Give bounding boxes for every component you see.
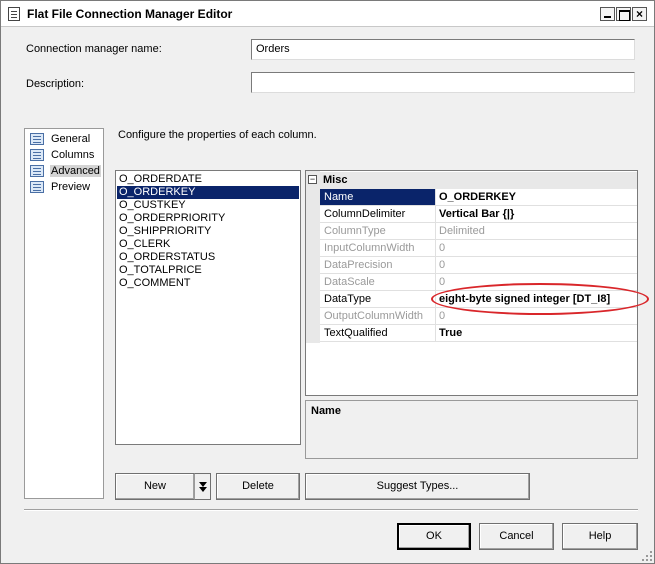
description-label: Description: bbox=[26, 78, 85, 90]
preview-page-icon bbox=[30, 181, 44, 193]
close-icon: × bbox=[635, 7, 643, 21]
window-title: Flat File Connection Manager Editor bbox=[27, 7, 233, 21]
list-item[interactable]: O_ORDERSTATUS bbox=[117, 251, 299, 264]
list-item[interactable]: O_ORDERPRIORITY bbox=[117, 212, 299, 225]
nav-item-columns[interactable]: Columns bbox=[28, 148, 102, 163]
property-row-column-delimiter[interactable]: ColumnDelimiter Vertical Bar {|} bbox=[320, 206, 637, 223]
connection-name-input[interactable]: Orders bbox=[251, 39, 635, 60]
property-description-title: Name bbox=[311, 405, 341, 417]
connection-name-label: Connection manager name: bbox=[26, 43, 162, 55]
dialog-window: Flat File Connection Manager Editor × Co… bbox=[0, 0, 655, 564]
maximize-button[interactable] bbox=[616, 7, 631, 21]
list-item[interactable]: O_COMMENT bbox=[117, 277, 299, 290]
property-row-input-column-width: InputColumnWidth 0 bbox=[320, 240, 637, 257]
advanced-instructions: Configure the properties of each column. bbox=[118, 129, 317, 141]
general-page-icon bbox=[30, 133, 44, 145]
close-button[interactable]: × bbox=[632, 7, 647, 21]
nav-item-preview[interactable]: Preview bbox=[28, 180, 102, 195]
category-label: Misc bbox=[323, 174, 348, 186]
property-row-data-precision: DataPrecision 0 bbox=[320, 257, 637, 274]
list-item[interactable]: O_TOTALPRICE bbox=[117, 264, 299, 277]
column-list[interactable]: O_ORDERDATE O_ORDERKEY O_CUSTKEY O_ORDER… bbox=[115, 170, 301, 445]
property-row-name[interactable]: Name O_ORDERKEY bbox=[320, 189, 637, 206]
title-bar[interactable]: Flat File Connection Manager Editor × bbox=[1, 1, 654, 27]
ok-button[interactable]: OK bbox=[397, 523, 471, 550]
list-item[interactable]: O_SHIPPRIORITY bbox=[117, 225, 299, 238]
property-grid[interactable]: − Misc Name O_ORDERKEY ColumnDelimiter V… bbox=[305, 170, 638, 396]
property-row-text-qualified[interactable]: TextQualified True bbox=[320, 325, 637, 342]
list-item[interactable]: O_CUSTKEY bbox=[117, 199, 299, 212]
datatype-highlight-annotation bbox=[431, 283, 649, 315]
advanced-page-icon bbox=[30, 165, 44, 177]
list-item[interactable]: O_ORDERDATE bbox=[117, 173, 299, 186]
list-item-selected[interactable]: O_ORDERKEY bbox=[117, 186, 299, 199]
resize-grip-icon[interactable] bbox=[641, 550, 653, 562]
delete-button[interactable]: Delete bbox=[216, 473, 300, 500]
suggest-types-button[interactable]: Suggest Types... bbox=[305, 473, 530, 500]
nav-item-general[interactable]: General bbox=[28, 132, 102, 147]
cancel-button[interactable]: Cancel bbox=[479, 523, 554, 550]
nav-item-advanced[interactable]: Advanced bbox=[28, 164, 102, 179]
list-item[interactable]: O_CLERK bbox=[117, 238, 299, 251]
property-category-misc[interactable]: − Misc bbox=[306, 172, 637, 189]
property-grid-gutter bbox=[306, 171, 320, 343]
property-description-panel: Name bbox=[305, 400, 638, 459]
page-navigation: General Columns Advanced Preview bbox=[24, 128, 104, 499]
app-icon bbox=[8, 7, 20, 21]
collapse-icon[interactable]: − bbox=[308, 175, 317, 184]
columns-page-icon bbox=[30, 149, 44, 161]
footer-separator bbox=[24, 509, 638, 511]
new-button[interactable]: New bbox=[115, 473, 195, 500]
new-dropdown-arrow-icon[interactable] bbox=[194, 473, 211, 500]
property-row-column-type: ColumnType Delimited bbox=[320, 223, 637, 240]
description-input[interactable] bbox=[251, 72, 635, 93]
help-button[interactable]: Help bbox=[562, 523, 638, 550]
minimize-button[interactable] bbox=[600, 7, 615, 21]
